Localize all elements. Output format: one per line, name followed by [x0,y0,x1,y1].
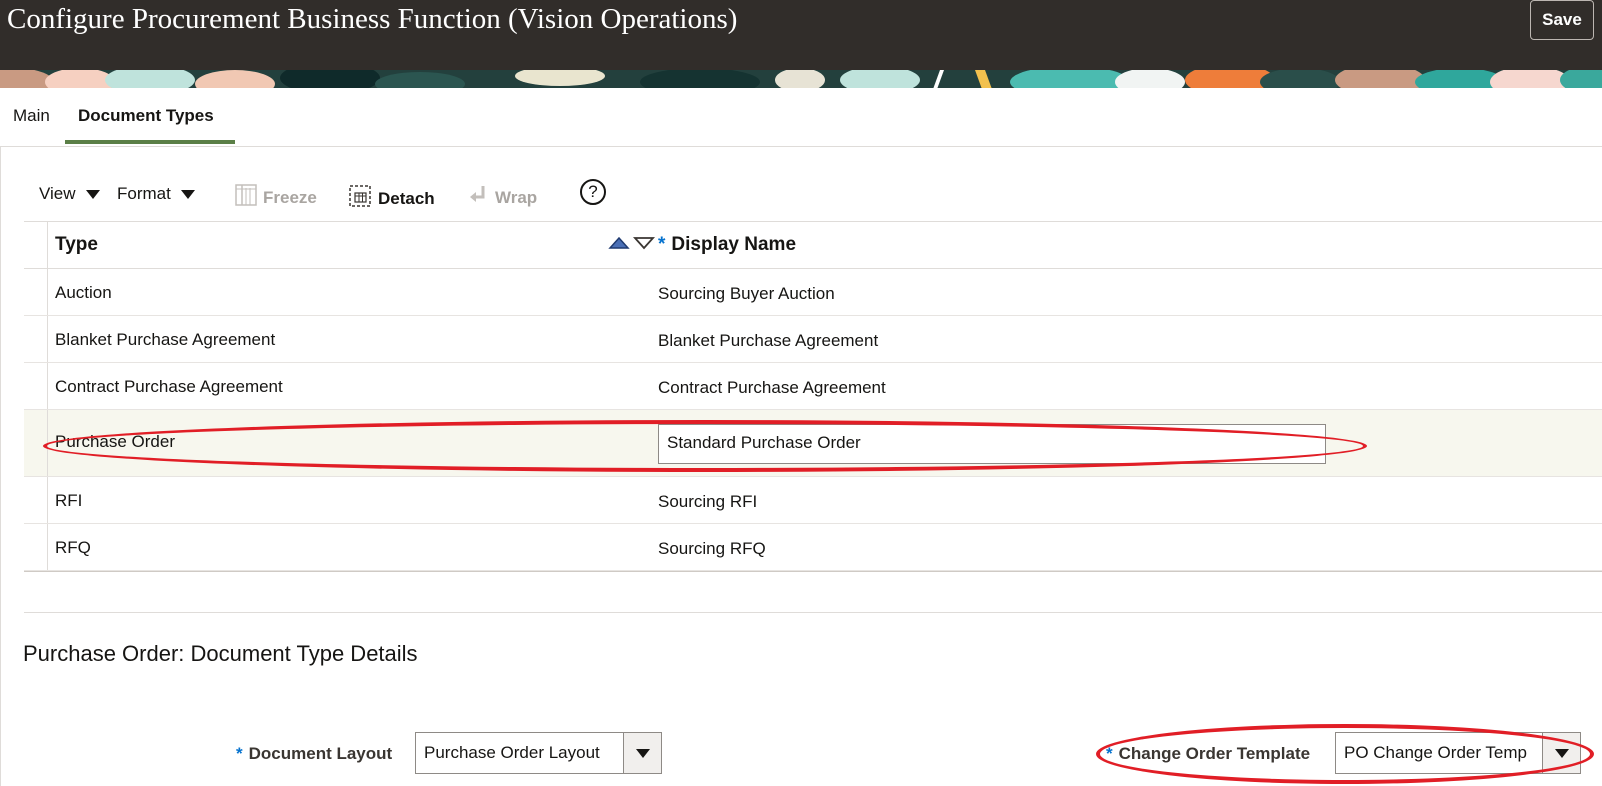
table-row[interactable]: Auction Sourcing Buyer Auction [24,269,1602,316]
tab-document-types[interactable]: Document Types [78,106,214,126]
view-menu[interactable]: View [39,184,100,204]
chevron-down-icon [85,189,100,199]
table-row-selected[interactable]: Purchase Order Standard Purchase Order [24,410,1602,477]
help-icon[interactable]: ? [580,179,606,205]
document-layout-dropdown-button[interactable] [623,733,661,773]
type-cell: Purchase Order [55,432,175,451]
tab-selected-indicator [65,140,235,144]
table-row[interactable]: RFQ Sourcing RFQ [24,524,1602,571]
format-menu[interactable]: Format [117,184,195,204]
sort-descending-icon[interactable] [632,236,656,255]
required-marker: * [1106,744,1113,763]
table-row[interactable]: Contract Purchase Agreement Contract Pur… [24,363,1602,410]
document-types-table: Type * Display Name Auction Sourcing Buy… [24,221,1602,572]
sort-controls [608,236,656,255]
change-order-template-dropdown-button[interactable] [1542,733,1580,773]
document-layout-value[interactable]: Purchase Order Layout [416,733,623,773]
chevron-down-icon [1554,748,1569,758]
chevron-down-icon [635,748,650,758]
change-order-template-select[interactable]: PO Change Order Temp [1335,732,1581,774]
display-name-cell: Blanket Purchase Agreement [658,331,879,350]
page-title: Configure Procurement Business Function … [7,3,738,35]
app-header: Configure Procurement Business Function … [0,0,1602,70]
tab-main[interactable]: Main [13,106,50,126]
type-cell: Blanket Purchase Agreement [55,330,276,349]
format-menu-label: Format [117,184,171,203]
document-layout-select[interactable]: Purchase Order Layout [415,732,662,774]
document-layout-label-text: Document Layout [248,744,393,763]
display-name-cell: Sourcing Buyer Auction [658,284,835,303]
document-layout-label: * Document Layout [236,744,392,764]
freeze-label: Freeze [263,187,317,207]
wrap-button[interactable]: Wrap [467,184,537,211]
column-header-display-name[interactable]: * Display Name [658,234,796,256]
detach-label: Detach [378,188,435,208]
chevron-down-icon [180,189,195,199]
section-divider [24,612,1602,613]
column-header-display-name-label: Display Name [671,234,797,255]
display-name-input[interactable]: Standard Purchase Order [658,424,1326,464]
table-toolbar: View Format Freeze Detach Wrap ? [24,178,624,212]
sort-ascending-icon[interactable] [608,236,630,255]
detach-icon [348,184,372,213]
view-menu-label: View [39,184,76,203]
display-name-cell: Sourcing RFQ [658,539,766,558]
required-marker: * [658,234,666,255]
detach-button[interactable]: Detach [348,184,435,213]
row-gutter [24,269,48,315]
table-bottom-border [24,571,1602,572]
wrap-icon [467,184,489,211]
display-name-cell: Sourcing RFI [658,492,758,511]
type-cell: RFI [55,491,83,510]
row-gutter [24,524,48,570]
change-order-template-label: * Change Order Template [1106,744,1310,764]
content-border [0,146,1,786]
save-button[interactable]: Save [1530,0,1594,40]
table-row[interactable]: RFI Sourcing RFI [24,477,1602,524]
row-gutter [24,363,48,409]
change-order-template-value[interactable]: PO Change Order Temp [1336,733,1542,773]
row-header-gutter [24,222,48,268]
row-gutter [24,410,48,476]
type-cell: Contract Purchase Agreement [55,377,283,396]
column-header-type[interactable]: Type [55,234,98,256]
tab-divider [0,146,1602,147]
type-cell: Auction [55,283,112,302]
details-section-title: Purchase Order: Document Type Details [23,641,418,666]
row-gutter [24,477,48,523]
freeze-icon [235,184,257,211]
table-row[interactable]: Blanket Purchase Agreement Blanket Purch… [24,316,1602,363]
table-header: Type * Display Name [24,221,1602,269]
required-marker: * [236,744,243,763]
change-order-template-label-text: Change Order Template [1118,744,1311,763]
freeze-button[interactable]: Freeze [235,184,317,211]
row-gutter [24,316,48,362]
type-cell: RFQ [55,538,91,557]
header-banner-image [0,70,1602,88]
wrap-label: Wrap [495,187,538,207]
display-name-cell: Contract Purchase Agreement [658,378,886,397]
